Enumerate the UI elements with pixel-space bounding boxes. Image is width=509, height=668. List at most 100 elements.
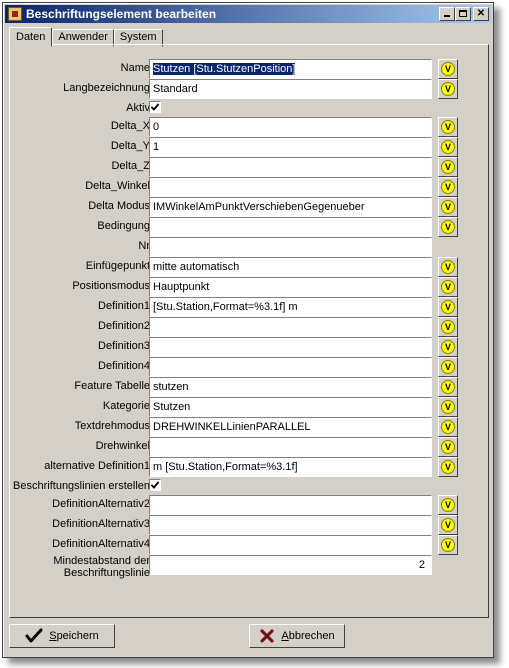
- variable-v-icon: V: [441, 300, 455, 314]
- definitionalternativ4-input[interactable]: [149, 535, 432, 555]
- positionsmodus-variable-button[interactable]: V: [438, 277, 458, 297]
- variable-v-icon: V: [441, 400, 455, 414]
- definition1-value: [Stu.Station,Format=%3.1f] m: [153, 301, 298, 313]
- checkmark-icon: [150, 481, 160, 489]
- definition2-input[interactable]: [149, 317, 432, 337]
- minimize-button[interactable]: [439, 7, 455, 21]
- mindestabstand-der-beschriftungslinie-value: 2: [418, 559, 425, 571]
- variable-v-icon: V: [441, 360, 455, 374]
- variable-v-icon: V: [441, 440, 455, 454]
- row-definitionalternativ3: DefinitionAlternativ3 V: [10, 515, 486, 535]
- name-variable-button[interactable]: V: [438, 59, 458, 79]
- label-definitionalternativ2: DefinitionAlternativ2: [52, 498, 150, 510]
- delta-y-variable-button[interactable]: V: [438, 137, 458, 157]
- tab-daten[interactable]: Daten: [9, 27, 53, 47]
- definitionalternativ2-variable-button[interactable]: V: [438, 495, 458, 515]
- checkbox-beschriftungslinien-erstellen[interactable]: [149, 479, 161, 491]
- definition4-input[interactable]: [149, 357, 432, 377]
- bedingung-input[interactable]: [149, 217, 432, 237]
- delta-modus-input[interactable]: IMWinkelAmPunktVerschiebenGegenueber: [149, 197, 432, 217]
- langbezeichnung-variable-button[interactable]: V: [438, 79, 458, 99]
- variable-v-icon: V: [441, 220, 455, 234]
- label-name: Name: [120, 62, 150, 74]
- feature-tabelle-value: stutzen: [153, 381, 189, 393]
- data-panel: Name Stutzen [Stu.StutzenPosition] V Langbe…: [9, 44, 489, 618]
- row-nr: Nr: [10, 237, 486, 257]
- delta-modus-value: IMWinkelAmPunktVerschiebenGegenueber: [153, 201, 365, 213]
- definition3-variable-button[interactable]: V: [438, 337, 458, 357]
- variable-v-icon: V: [441, 518, 455, 532]
- positionsmodus-value: Hauptpunkt: [153, 281, 210, 293]
- alternative-definition1-variable-button[interactable]: V: [438, 457, 458, 477]
- window-title: Beschriftungselement bearbeiten: [26, 7, 217, 21]
- kategorie-variable-button[interactable]: V: [438, 397, 458, 417]
- einfuegepunkt-variable-button[interactable]: V: [438, 257, 458, 277]
- row-textdrehmodus: Textdrehmodus DREHWINKELLinienPARALLEL V: [10, 417, 486, 437]
- definitionalternativ2-input[interactable]: [149, 495, 432, 515]
- row-delta-modus: Delta Modus IMWinkelAmPunktVerschiebenGeg…: [10, 197, 486, 217]
- feature-tabelle-variable-button[interactable]: V: [438, 377, 458, 397]
- delta-z-input[interactable]: [149, 157, 432, 177]
- textdrehmodus-variable-button[interactable]: V: [438, 417, 458, 437]
- feature-tabelle-input[interactable]: stutzen: [149, 377, 432, 397]
- save-button[interactable]: Speichern: [9, 624, 115, 648]
- checkmark-icon: [150, 103, 160, 111]
- nr-input[interactable]: [149, 237, 432, 257]
- cancel-button[interactable]: Abbrechen: [249, 624, 345, 648]
- alternative-definition1-input[interactable]: m [Stu.Station,Format=%3.1f]: [149, 457, 432, 477]
- row-feature-tabelle: Feature Tabelle stutzen V: [10, 377, 486, 397]
- textdrehmodus-input[interactable]: DREHWINKELLinienPARALLEL: [149, 417, 432, 437]
- row-kategorie: Kategorie Stutzen V: [10, 397, 486, 417]
- name-input[interactable]: Stutzen [Stu.StutzenPosition]: [149, 59, 432, 79]
- einfuegepunkt-input[interactable]: mitte automatisch: [149, 257, 432, 277]
- positionsmodus-input[interactable]: Hauptpunkt: [149, 277, 432, 297]
- button-bar: Speichern Abbrechen: [9, 622, 489, 652]
- row-delta-winkel: Delta_Winkel V: [10, 177, 486, 197]
- variable-v-icon: V: [441, 340, 455, 354]
- textdrehmodus-value: DREHWINKELLinienPARALLEL: [153, 421, 311, 433]
- definition2-variable-button[interactable]: V: [438, 317, 458, 337]
- drehwinkel-input[interactable]: [149, 437, 432, 457]
- label-definition2: Definition2: [98, 320, 150, 332]
- delta-z-variable-button[interactable]: V: [438, 157, 458, 177]
- row-aktiv: Aktiv: [10, 99, 486, 119]
- kategorie-input[interactable]: Stutzen: [149, 397, 432, 417]
- maximize-button[interactable]: [455, 7, 471, 21]
- delta-y-input[interactable]: 1: [149, 137, 432, 157]
- variable-v-icon: V: [441, 180, 455, 194]
- row-langbezeichnung: Langbezeichnung Standard V: [10, 79, 486, 99]
- definitionalternativ4-variable-button[interactable]: V: [438, 535, 458, 555]
- definitionalternativ3-input[interactable]: [149, 515, 432, 535]
- definition4-variable-button[interactable]: V: [438, 357, 458, 377]
- close-icon: ✕: [476, 8, 486, 19]
- definition1-input[interactable]: [Stu.Station,Format=%3.1f] m: [149, 297, 432, 317]
- label-alternative-definition1: alternative Definition1: [44, 460, 150, 472]
- title-bar[interactable]: Beschriftungselement bearbeiten ✕: [5, 5, 491, 23]
- mindestabstand-der-beschriftungslinie-input[interactable]: 2: [149, 555, 432, 575]
- label-positionsmodus: Positionsmodus: [72, 280, 150, 292]
- label-definition4: Definition4: [98, 360, 150, 372]
- drehwinkel-variable-button[interactable]: V: [438, 437, 458, 457]
- bedingung-variable-button[interactable]: V: [438, 217, 458, 237]
- label-definition1: Definition1: [98, 300, 150, 312]
- checkbox-aktiv[interactable]: [149, 101, 161, 113]
- langbezeichnung-input[interactable]: Standard: [149, 79, 432, 99]
- delta-y-value: 1: [153, 141, 160, 153]
- variable-v-icon: V: [441, 380, 455, 394]
- delta-modus-variable-button[interactable]: V: [438, 197, 458, 217]
- delta-x-input[interactable]: 0: [149, 117, 432, 137]
- row-bedingung: Bedingung V: [10, 217, 486, 237]
- delta-winkel-variable-button[interactable]: V: [438, 177, 458, 197]
- row-definition3: Definition3 V: [10, 337, 486, 357]
- close-button[interactable]: ✕: [473, 7, 489, 21]
- row-definitionalternativ4: DefinitionAlternativ4 V: [10, 535, 486, 555]
- delta-winkel-input[interactable]: [149, 177, 432, 197]
- label-delta-x: Delta_X: [110, 120, 150, 132]
- definition1-variable-button[interactable]: V: [438, 297, 458, 317]
- variable-v-icon: V: [441, 320, 455, 334]
- definition3-input[interactable]: [149, 337, 432, 357]
- definitionalternativ3-variable-button[interactable]: V: [438, 515, 458, 535]
- row-definition2: Definition2 V: [10, 317, 486, 337]
- delta-x-variable-button[interactable]: V: [438, 117, 458, 137]
- label-definitionalternativ4: DefinitionAlternativ4: [52, 538, 150, 550]
